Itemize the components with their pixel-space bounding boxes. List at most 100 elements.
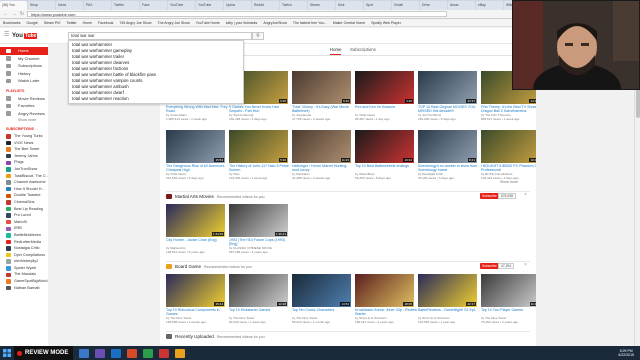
sidebar-subscription[interactable]: Best Lip Reading: [0, 206, 48, 213]
video-thumbnail[interactable]: 5:30: [229, 130, 288, 163]
guide-menu-icon[interactable]: ☰: [4, 32, 10, 38]
bookmark-link[interactable]: The fastest free You...: [293, 21, 327, 25]
sidebar-subscription[interactable]: Double Toasted: [0, 192, 48, 199]
bookmark-link[interactable]: Spotify Web Player: [371, 21, 401, 25]
sidebar-subscription[interactable]: Channel Awesome: [0, 179, 48, 186]
video-thumbnail[interactable]: 11:30: [481, 274, 536, 307]
section-title[interactable]: Recently Uploaded: [175, 334, 214, 339]
video-card[interactable]: 15:44 Top 10 Ridiculous Components in Gam…: [166, 274, 228, 324]
windows-start-icon[interactable]: [0, 346, 14, 360]
video-title[interactable]: Top 10 Two Player Games: [481, 308, 536, 317]
back-icon[interactable]: ←: [3, 11, 9, 17]
video-card[interactable]: 10:34 Top 10 Best Battlewheels endings by …: [355, 130, 417, 180]
bookmark-link[interactable]: Home: [83, 21, 92, 25]
video-thumbnail[interactable]: 1:39:21: [229, 204, 288, 237]
sidebar-subscription[interactable]: Phigs: [0, 159, 48, 166]
sidebar-subscription[interactable]: GameSpotBigWorld: [0, 278, 48, 285]
video-title[interactable]: Hellsinger / Horror Marvel Hunting mod l…: [292, 164, 354, 173]
forward-icon[interactable]: →: [11, 11, 17, 17]
sidebar-item-watch-later[interactable]: Watch Later: [0, 77, 48, 85]
sidebar-subscription[interactable]: VICE News: [0, 140, 48, 147]
sidebar-subscription[interactable]: Spider Wyatt: [0, 265, 48, 272]
browser-tab[interactable]: PAX: [84, 1, 111, 10]
video-thumbnail[interactable]: 14:52: [292, 274, 351, 307]
section-title[interactable]: Martial Arts Movies: [175, 194, 214, 199]
sidebar-subscription[interactable]: RedLetterMedia: [0, 239, 48, 246]
sidebar-subscription[interactable]: The Young Turks: [0, 133, 48, 140]
video-thumbnail[interactable]: 22:37: [418, 71, 477, 104]
video-thumbnail[interactable]: 10:34: [355, 130, 414, 163]
sidebar-subscription[interactable]: Nathan Barnatt: [0, 285, 48, 292]
video-thumbnail[interactable]: 18:06: [355, 274, 414, 307]
sidebar-subscription[interactable]: Battlefield4even: [0, 232, 48, 239]
sidebar-subscription[interactable]: The Bee Tower: [0, 146, 48, 153]
sidebar-subscription[interactable]: How It Should H...: [0, 186, 48, 193]
video-thumbnail[interactable]: 3:48: [355, 71, 414, 104]
video-title[interactable]: Rex and Ken Vs Kwanza: [355, 105, 417, 114]
browser-tab[interactable]: eBay: [476, 1, 503, 10]
video-thumbnail[interactable]: 8:41: [418, 130, 477, 163]
video-title[interactable]: Scientology's ex-worker in show from Sci…: [418, 164, 480, 173]
browser-tab[interactable]: Drive: [420, 1, 447, 10]
sidebar-playlist[interactable]: Movie Reviews: [0, 95, 48, 103]
video-thumbnail[interactable]: 5:42: [292, 71, 351, 104]
tab-home[interactable]: Home: [330, 47, 342, 55]
bookmark-link[interactable]: Facebook: [98, 21, 113, 25]
reload-icon[interactable]: ↻: [19, 11, 25, 17]
sidebar-item-history[interactable]: History: [0, 70, 48, 78]
show-more-link[interactable]: Show more: [500, 180, 518, 184]
browser-tab[interactable]: Spot: [364, 1, 391, 10]
video-thumbnail[interactable]: 15:44: [166, 274, 225, 307]
sidebar-subscription[interactable]: nlevhistory8y2: [0, 258, 48, 265]
tab-subscriptions[interactable]: Subscriptions: [350, 47, 376, 52]
search-icon[interactable]: ⚲: [252, 32, 264, 40]
system-clock[interactable]: 5:29 PM 6/22/2015: [618, 349, 640, 358]
video-title[interactable]: 'Total' Victory - It's Easy (War Movie B…: [292, 105, 354, 114]
subscribe-button[interactable]: Subscribe: [480, 263, 499, 269]
video-title[interactable]: BattleReviews - GameNight! S1 Ep1: [418, 308, 480, 317]
browser-tab[interactable]: YouTube: [168, 1, 195, 10]
video-thumbnail[interactable]: 11:23: [292, 130, 351, 163]
app-icon[interactable]: [95, 348, 106, 358]
app-icon[interactable]: [143, 348, 154, 358]
sidebar-item-my-channel[interactable]: My Channel: [0, 55, 48, 63]
channel-avatar[interactable]: [166, 194, 172, 199]
youtube-logo[interactable]: You Tube: [12, 32, 38, 39]
sidebar-subscription[interactable]: MarioSi: [0, 219, 48, 226]
sidebar-subscription[interactable]: Dyer Compilations: [0, 252, 48, 259]
video-title[interactable]: Top Ten Comic Characters: [292, 308, 354, 317]
video-card[interactable]: 10:47 I BOUGHT A $5000 PC Phantom 3 Profe…: [481, 130, 536, 180]
browser-tab[interactable]: Reddit: [252, 1, 279, 10]
channel-avatar[interactable]: [166, 264, 172, 269]
file-explorer-icon[interactable]: [79, 348, 90, 358]
video-card[interactable]: 18:06 KrosMaster Arena: Jhner Clip - Revi…: [355, 274, 417, 324]
video-thumbnail[interactable]: 10:47: [481, 130, 536, 163]
browser-tab[interactable]: (36) You: [0, 1, 27, 10]
video-title[interactable]: Top 10 Ridiculous Components in Games: [166, 308, 228, 317]
sidebar-subscription[interactable]: CinemaSins: [0, 199, 48, 206]
browser-tab[interactable]: Face: [140, 1, 167, 10]
sidebar-subscription[interactable]: Nostalgia Critic: [0, 245, 48, 252]
video-title[interactable]: The Dangerous Rise of 62 America's Cheap…: [166, 164, 228, 173]
close-icon[interactable]: ×: [524, 262, 527, 268]
sidebar-subscription[interactable]: ERB: [0, 225, 48, 232]
video-thumbnail[interactable]: 1:44:05: [166, 204, 225, 237]
browser-tab[interactable]: Gmail: [392, 1, 419, 10]
bookmark-link[interactable]: AngryJoeShow: [263, 21, 287, 25]
video-title[interactable]: Everything Wrong With Mad Max: Fury Road: [166, 105, 228, 114]
video-title[interactable]: City Hunter - Jackie Chan (Eng): [166, 238, 228, 247]
sidebar-item-home[interactable]: Home: [0, 47, 48, 55]
video-title[interactable]: The History of John-117 Halo 5 Prime Scr…: [229, 164, 291, 173]
sidebar-playlist[interactable]: Favorites: [0, 102, 48, 110]
video-title[interactable]: Film Theory: It's the Best TV Show in Dr…: [481, 105, 536, 114]
video-title[interactable]: 5 Games You Never Knew Had Sequels - Par…: [229, 105, 291, 114]
video-card[interactable]: 5:30 The History of John-117 Halo 5 Prime…: [229, 130, 291, 180]
sidebar-playlist[interactable]: Angry Reviews: [0, 110, 48, 118]
video-card[interactable]: 11:30Top 10 Two Player Gamesby The Dice …: [481, 274, 536, 324]
browser-tab[interactable]: Steam: [308, 1, 335, 10]
video-title[interactable]: I BOUGHT A $5000 PC Phantom 3 Profession…: [481, 164, 536, 173]
video-card[interactable]: 22:17 BattleReviews - GameNight! S1 Ep1 by…: [418, 274, 480, 324]
video-card[interactable]: 15:53 The Dangerous Rise of 62 America's …: [166, 130, 228, 180]
sidebar-subscription[interactable]: Jeremy Jahns: [0, 153, 48, 160]
video-thumbnail[interactable]: 12:28: [229, 274, 288, 307]
